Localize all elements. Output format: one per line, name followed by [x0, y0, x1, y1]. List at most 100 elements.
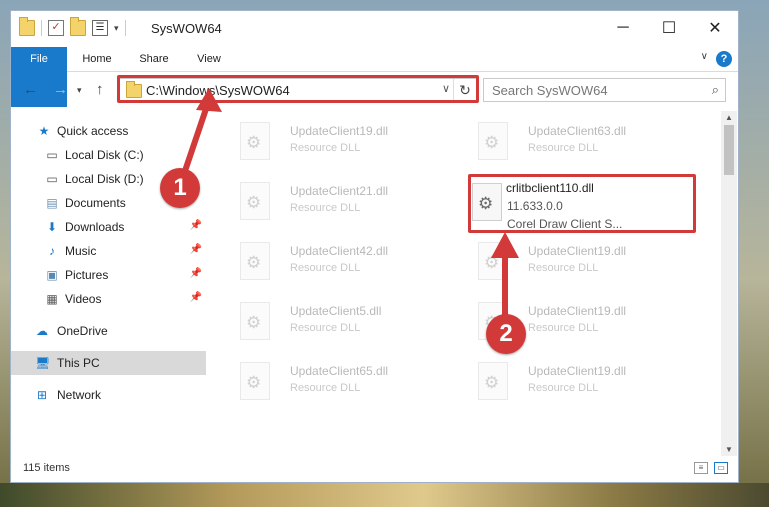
sidebar-item-label: Quick access [57, 124, 129, 138]
customize-icon[interactable]: ☰ [92, 20, 108, 36]
search-icon[interactable]: ⌕ [712, 82, 719, 98]
tab-share[interactable]: Share [131, 47, 177, 71]
sidebar-item-label: Pictures [65, 268, 109, 282]
drive-icon: ▭ [46, 172, 58, 186]
drive-icon: ▭ [46, 148, 58, 162]
file-name: UpdateClient19.dll [528, 244, 627, 258]
file-item[interactable]: UpdateClient19.dll Resource DLL [464, 355, 679, 415]
details-view-icon[interactable]: ≡ [694, 462, 708, 474]
file-name: UpdateClient19.dll [290, 124, 389, 138]
item-count: 115 items [23, 462, 70, 474]
recent-locations-icon[interactable]: ▾ [77, 85, 82, 96]
dll-file-icon [478, 242, 508, 280]
file-name: UpdateClient19.dll [528, 304, 627, 318]
sidebar-item-quick-access[interactable]: ★ Quick access [11, 119, 206, 143]
address-highlight-box [117, 75, 479, 103]
tab-home[interactable]: Home [75, 47, 119, 71]
search-input[interactable]: Search SysWOW64 [492, 83, 608, 98]
file-description: Resource DLL [528, 322, 599, 334]
file-item[interactable]: UpdateClient65.dll Resource DLL [226, 355, 441, 415]
star-icon: ★ [38, 124, 50, 138]
search-box[interactable]: Search SysWOW64 ⌕ [483, 78, 726, 102]
file-description: Resource DLL [290, 382, 361, 394]
toolbar-separator [124, 20, 126, 36]
dll-file-icon [240, 362, 270, 400]
vertical-scrollbar[interactable]: ▲ ▼ [721, 111, 737, 456]
desktop-background [0, 483, 769, 507]
file-name: UpdateClient63.dll [528, 124, 627, 138]
sidebar-item-label: Music [65, 244, 97, 258]
pin-icon[interactable]: 📌 [190, 292, 202, 303]
expand-ribbon-icon[interactable]: ∨ [701, 51, 708, 62]
sidebar-item-onedrive[interactable]: ☁ OneDrive [11, 319, 206, 343]
quick-access-toolbar: ✓ ☰ ▾ [19, 17, 126, 36]
scroll-down-icon[interactable]: ▼ [721, 445, 737, 454]
sidebar-item-music[interactable]: ♪ Music 📌 [11, 239, 206, 263]
folder-icon[interactable] [19, 17, 35, 36]
sidebar-item-label: Documents [65, 196, 126, 210]
file-name: UpdateClient19.dll [528, 364, 627, 378]
videos-icon: ▦ [46, 292, 58, 306]
sidebar-item-network[interactable]: ⊞ Network [11, 383, 206, 407]
file-item[interactable]: UpdateClient19.dll Resource DLL [226, 115, 441, 175]
file-item[interactable]: UpdateClient63.dll Resource DLL [464, 115, 679, 175]
dll-file-icon [240, 182, 270, 220]
file-highlight-box [468, 174, 696, 233]
close-button[interactable]: ✕ [692, 11, 738, 44]
ribbon-tabs: File Home Share View ∨ ? [11, 47, 738, 107]
file-description: Resource DLL [290, 202, 361, 214]
title-bar: ✓ ☰ ▾ SysWOW64 ─ ☐ ✕ [11, 11, 738, 46]
sidebar-item-videos[interactable]: ▦ Videos 📌 [11, 287, 206, 311]
new-folder-icon[interactable] [70, 17, 86, 36]
properties-check-icon[interactable]: ✓ [48, 20, 64, 36]
sidebar-item-local-disk-c[interactable]: ▭ Local Disk (C:) [11, 143, 206, 167]
forward-arrow-icon[interactable]: → [53, 81, 68, 98]
file-name: UpdateClient5.dll [290, 304, 382, 318]
toolbar-dropdown-icon[interactable]: ▾ [114, 23, 119, 34]
sidebar-item-pictures[interactable]: ▣ Pictures 📌 [11, 263, 206, 287]
sidebar-item-this-pc[interactable]: 🖥 This PC [11, 351, 206, 375]
sidebar-item-label: Videos [65, 292, 102, 306]
dll-file-icon [240, 242, 270, 280]
file-item[interactable]: UpdateClient21.dll Resource DLL [226, 175, 441, 235]
file-description: Resource DLL [290, 322, 361, 334]
navigation-bar: ← → ▾ ↑ C:\Windows\SysWOW64 ∨ ↻ Search S… [11, 73, 738, 107]
sidebar-item-label: Downloads [65, 220, 125, 234]
pin-icon[interactable]: 📌 [190, 244, 202, 255]
maximize-button[interactable]: ☐ [646, 11, 692, 44]
minimize-button[interactable]: ─ [600, 11, 646, 44]
file-name: UpdateClient21.dll [290, 184, 389, 198]
music-icon: ♪ [49, 244, 55, 258]
file-item[interactable]: UpdateClient42.dll Resource DLL [226, 235, 441, 295]
sidebar-item-label: This PC [57, 356, 100, 370]
sidebar-item-downloads[interactable]: ⬇ Downloads 📌 [11, 215, 206, 239]
window-title: SysWOW64 [151, 21, 222, 36]
dll-file-icon [240, 122, 270, 160]
back-arrow-icon[interactable]: ← [23, 81, 38, 98]
dll-file-icon [478, 122, 508, 160]
scroll-thumb[interactable] [724, 125, 734, 175]
help-button[interactable]: ? [716, 51, 732, 67]
file-description: Resource DLL [290, 142, 361, 154]
up-arrow-icon[interactable]: ↑ [96, 81, 104, 98]
file-name: UpdateClient65.dll [290, 364, 389, 378]
file-name: UpdateClient42.dll [290, 244, 389, 258]
file-item[interactable]: UpdateClient5.dll Resource DLL [226, 295, 441, 355]
scroll-up-icon[interactable]: ▲ [721, 113, 737, 122]
file-item[interactable]: UpdateClient19.dll Resource DLL [464, 235, 679, 295]
sidebar-item-label: Network [57, 388, 102, 402]
large-icons-view-icon[interactable]: ▭ [714, 462, 728, 474]
tab-view[interactable]: View [189, 47, 229, 71]
navigation-pane: ★ Quick access ▭ Local Disk (C:) ▭ Local… [11, 115, 206, 421]
pin-icon[interactable]: 📌 [190, 220, 202, 231]
dll-file-icon [240, 302, 270, 340]
cloud-icon: ☁ [36, 324, 48, 338]
pictures-icon: ▣ [46, 268, 58, 282]
pin-icon[interactable]: 📌 [190, 268, 202, 279]
dll-file-icon [478, 362, 508, 400]
computer-icon: 🖥 [35, 356, 51, 370]
toolbar-separator [41, 20, 42, 36]
step-badge-1: 1 [160, 168, 200, 208]
status-bar: 115 items ≡ ▭ [11, 456, 738, 482]
file-description: Resource DLL [290, 262, 361, 274]
